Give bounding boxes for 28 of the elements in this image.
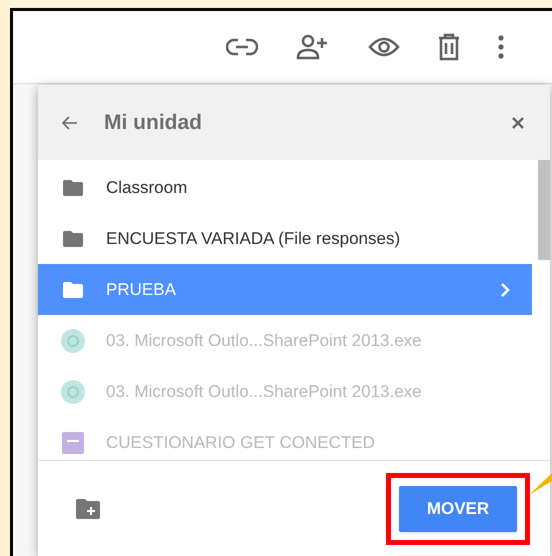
move-button[interactable]: MOVER [399, 486, 517, 532]
back-arrow-icon[interactable] [62, 116, 78, 130]
form-icon [62, 432, 84, 454]
scrollbar[interactable] [538, 160, 550, 260]
item-name: 03. Microsoft Outlo...SharePoint 2013.exe [106, 330, 422, 352]
link-icon[interactable] [226, 38, 258, 56]
chevron-right-icon[interactable] [500, 282, 510, 298]
item-name: ENCUESTA VARIADA (File responses) [106, 228, 400, 250]
new-folder-icon[interactable] [76, 498, 100, 518]
item-name: Classroom [106, 176, 188, 199]
disc-icon [61, 380, 85, 404]
file-list-item[interactable]: PRUEBA [38, 264, 532, 315]
file-list-item[interactable]: Classroom [38, 162, 532, 213]
disc-icon [61, 328, 85, 352]
trash-icon[interactable] [438, 33, 460, 61]
add-person-icon[interactable] [296, 34, 330, 60]
pointer-arrow [529, 473, 552, 495]
item-name: PRUEBA [106, 278, 176, 301]
folder-icon [63, 282, 83, 298]
close-icon[interactable] [512, 116, 524, 128]
item-name: 03. Microsoft Outlo...SharePoint 2013.exe [106, 380, 422, 403]
folder-icon [63, 230, 83, 246]
eye-icon[interactable] [368, 37, 400, 57]
more-icon[interactable] [498, 35, 504, 59]
folder-icon [63, 180, 83, 196]
file-list-item[interactable]: ENCUESTA VARIADA (File responses) [38, 213, 532, 264]
dialog-title: Mi unidad [104, 110, 202, 136]
item-name: CUESTIONARIO GET CONECTED [106, 432, 375, 454]
